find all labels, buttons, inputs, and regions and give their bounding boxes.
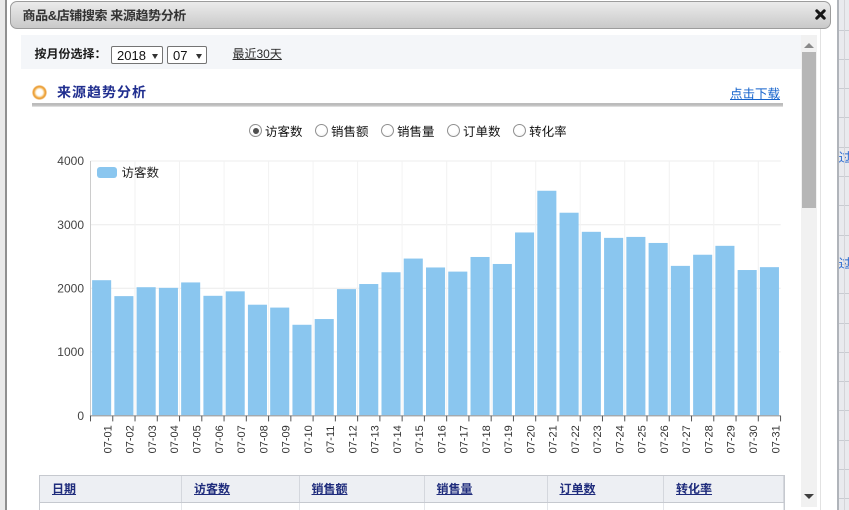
svg-text:07-25: 07-25 — [637, 425, 649, 453]
svg-text:07-21: 07-21 — [548, 425, 560, 453]
svg-text:07-18: 07-18 — [481, 425, 493, 453]
svg-text:07-29: 07-29 — [726, 425, 738, 453]
svg-text:07-09: 07-09 — [281, 425, 293, 453]
svg-text:07-04: 07-04 — [169, 425, 181, 453]
svg-text:07-17: 07-17 — [459, 425, 471, 453]
svg-text:07-12: 07-12 — [347, 425, 359, 453]
svg-text:07-19: 07-19 — [503, 425, 515, 453]
svg-text:4000: 4000 — [57, 154, 84, 168]
svg-text:07-27: 07-27 — [681, 425, 693, 453]
svg-text:07-11: 07-11 — [325, 426, 337, 453]
svg-text:0: 0 — [77, 409, 84, 423]
svg-text:07-15: 07-15 — [414, 425, 426, 453]
svg-text:07-10: 07-10 — [303, 425, 315, 453]
svg-text:2000: 2000 — [57, 282, 84, 296]
svg-text:07-08: 07-08 — [258, 425, 270, 453]
svg-text:07-31: 07-31 — [770, 425, 782, 453]
svg-text:访客数: 访客数 — [122, 162, 160, 181]
svg-text:07-03: 07-03 — [147, 425, 159, 453]
svg-text:3000: 3000 — [57, 218, 84, 232]
svg-text:07-13: 07-13 — [370, 425, 382, 453]
svg-text:07-28: 07-28 — [703, 425, 715, 453]
svg-text:07-30: 07-30 — [748, 425, 760, 453]
svg-text:1000: 1000 — [57, 345, 84, 359]
svg-text:07-06: 07-06 — [214, 425, 226, 453]
svg-text:07-02: 07-02 — [125, 425, 137, 453]
svg-text:07-24: 07-24 — [614, 425, 626, 453]
svg-text:07-23: 07-23 — [592, 425, 604, 453]
svg-text:07-05: 07-05 — [192, 425, 204, 453]
svg-text:07-01: 07-01 — [102, 425, 114, 453]
svg-text:07-22: 07-22 — [570, 425, 582, 453]
svg-text:07-20: 07-20 — [525, 425, 537, 453]
svg-text:07-14: 07-14 — [392, 425, 404, 453]
svg-text:07-07: 07-07 — [236, 425, 248, 453]
svg-text:07-16: 07-16 — [436, 425, 448, 453]
svg-text:07-26: 07-26 — [659, 425, 671, 453]
